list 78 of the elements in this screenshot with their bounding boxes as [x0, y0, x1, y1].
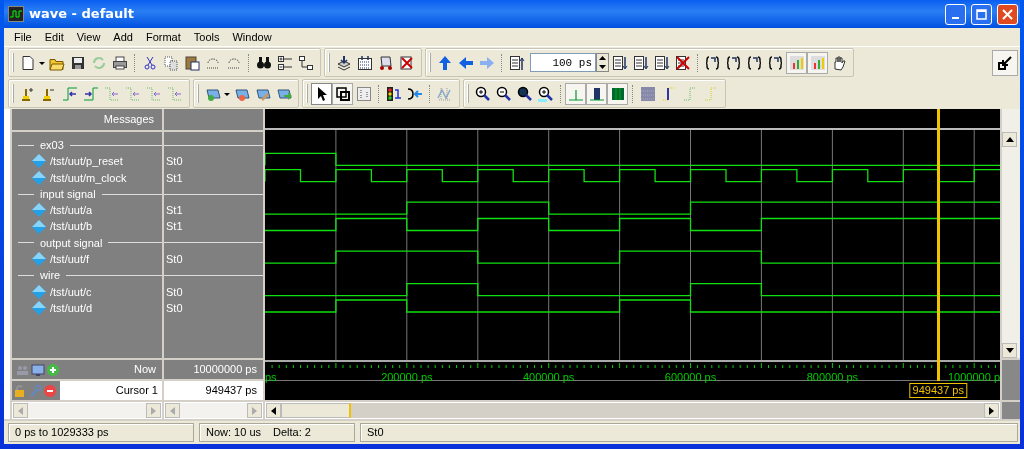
- menu-item[interactable]: View: [70, 28, 107, 46]
- chart-icon[interactable]: [786, 51, 807, 74]
- menu-item[interactable]: File: [8, 28, 38, 46]
- signal-diamond-icon: [32, 203, 46, 218]
- time-axis-label: 200000 ps: [381, 370, 433, 385]
- zoom-box-icon[interactable]: [332, 82, 353, 105]
- block-format-icon[interactable]: [607, 82, 628, 105]
- menu-item[interactable]: Edit: [38, 28, 70, 46]
- scrollbar-block: [1002, 360, 1020, 400]
- time-range-text: 0 ps to 1029333 ps: [15, 425, 109, 441]
- signal-name[interactable]: /tst/uut/m_clock: [50, 169, 127, 186]
- scrollbar-block: [1002, 402, 1020, 419]
- cursor-time-tag: 949437 ps: [909, 383, 967, 398]
- time-step-field[interactable]: 100 ps: [530, 53, 596, 72]
- vertical-scrollbar[interactable]: [1002, 109, 1020, 358]
- spin-buttons[interactable]: [596, 53, 609, 72]
- scrollbar-thumb[interactable]: [281, 403, 351, 418]
- group-label: input signal: [40, 186, 96, 202]
- signal-diamond-icon: [32, 284, 46, 299]
- menu-item[interactable]: Format: [139, 28, 187, 46]
- window-title: wave - default: [29, 5, 134, 24]
- chart-icon[interactable]: [807, 51, 828, 74]
- scroll-right-icon[interactable]: [989, 406, 994, 415]
- now-time-text: Now: 10 us: [206, 425, 262, 441]
- signal-name[interactable]: /tst/uut/a: [50, 202, 93, 219]
- group-label: wire: [40, 268, 61, 284]
- close-button[interactable]: [997, 3, 1018, 25]
- cursor-name-field[interactable]: Cursor 1: [60, 381, 162, 400]
- monitor-icon[interactable]: [31, 362, 45, 377]
- signal-value: St1: [166, 170, 183, 186]
- add-icon[interactable]: [46, 362, 60, 377]
- time-axis-label: 400000 ps: [523, 370, 575, 385]
- cursor-time: 949437 ps: [205, 383, 257, 399]
- time-axis-label: ps: [265, 370, 277, 385]
- signal-value: St0: [166, 284, 183, 300]
- signal-value: St1: [166, 219, 183, 235]
- time-axis-label: 800000 ps: [806, 370, 859, 385]
- signal-value: St0: [166, 252, 183, 267]
- scroll-left-icon[interactable]: [271, 406, 276, 415]
- signal-value: St0: [166, 300, 183, 316]
- minimize-button[interactable]: [945, 3, 966, 25]
- dock-icon[interactable]: [992, 49, 1018, 76]
- group-label: ex03: [40, 137, 64, 153]
- signal-name[interactable]: /tst/uut/b: [50, 218, 93, 235]
- now-time: 10000000 ps: [193, 362, 257, 378]
- signal-diamond-icon: [32, 252, 46, 267]
- menu-item[interactable]: Window: [226, 28, 278, 46]
- signal-diamond-icon: [32, 170, 46, 185]
- signal-name[interactable]: /tst/uut/c: [50, 283, 92, 301]
- signal-value: St0: [166, 154, 183, 170]
- minimize-icon: [952, 17, 959, 19]
- remove-icon[interactable]: [43, 383, 57, 398]
- signal-name[interactable]: /tst/uut/f: [50, 251, 90, 268]
- delta-text: Delta: 2: [273, 425, 311, 441]
- time-axis-label: 600000 ps: [664, 370, 717, 385]
- now-label: Now: [134, 362, 156, 378]
- app-icon: [8, 6, 24, 22]
- bar-format-icon[interactable]: [586, 82, 607, 105]
- signal-diamond-icon: [32, 301, 46, 316]
- signal-diamond-icon: [32, 219, 46, 234]
- pointer-icon[interactable]: [311, 82, 332, 105]
- status-value-text: St0: [367, 425, 384, 441]
- group-label: output signal: [40, 235, 103, 251]
- cursor-line[interactable]: [937, 109, 941, 381]
- signal-diamond-icon: [32, 154, 46, 169]
- maximize-button[interactable]: [971, 3, 992, 25]
- horizontal-scrollbar[interactable]: [265, 402, 1000, 419]
- maximize-icon: [976, 8, 987, 20]
- signal-name[interactable]: /tst/uut/p_reset: [50, 153, 123, 170]
- column-header: Messages: [103, 112, 154, 128]
- scroll-up-icon[interactable]: [1005, 137, 1014, 142]
- time-axis-label: 1000000 p: [948, 370, 1000, 385]
- menu-item[interactable]: Add: [107, 28, 139, 46]
- scroll-down-icon[interactable]: [1005, 348, 1014, 353]
- signal-name[interactable]: /tst/uut/d: [50, 299, 93, 317]
- signal-value: St1: [166, 203, 183, 219]
- menu-item[interactable]: Tools: [187, 28, 226, 46]
- close-icon: [1002, 8, 1013, 20]
